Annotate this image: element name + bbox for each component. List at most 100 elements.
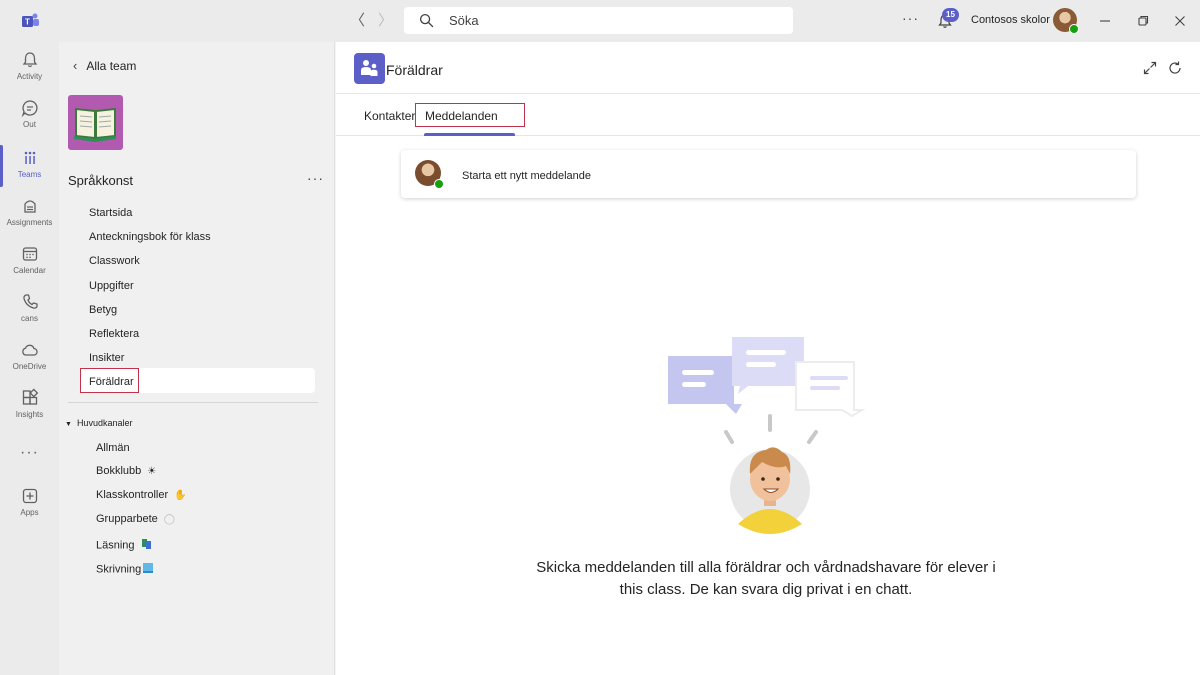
teams-logo-icon: T <box>22 13 39 27</box>
parents-highlight-box <box>80 368 139 393</box>
speech-bubble-icon: ◯ <box>163 513 175 525</box>
rail-label: OneDrive <box>12 362 47 371</box>
more-options-icon[interactable]: ··· <box>902 10 919 26</box>
minimize-icon[interactable] <box>1097 13 1113 29</box>
svg-text:T: T <box>25 18 30 27</box>
rail-item-onedrive[interactable]: OneDrive <box>0 340 59 371</box>
channel-general[interactable]: Allmän <box>96 442 130 454</box>
channel-label: Bokklubb <box>96 465 142 477</box>
messages-highlight-box <box>415 103 525 127</box>
rail-item-apps[interactable]: Apps <box>0 486 59 517</box>
rail-label: Apps <box>20 508 39 517</box>
nav-item-reflect[interactable]: Reflektera <box>89 328 139 340</box>
rail-label: Out <box>23 120 36 129</box>
channels-section-title: Huvudkanaler <box>76 418 133 428</box>
channel-writing[interactable]: Skrivning <box>96 562 154 577</box>
cloud-icon <box>21 344 38 356</box>
nav-item-class-notebook[interactable]: Anteckningsbok för klass <box>89 231 211 243</box>
rail-more-apps[interactable]: ··· <box>0 444 59 462</box>
forward-arrow-icon[interactable]: 〉 <box>378 12 393 30</box>
expand-icon[interactable] <box>1142 60 1158 76</box>
nav-item-assignments[interactable]: Uppgifter <box>89 280 134 292</box>
tab-contacts[interactable]: Kontakter <box>364 109 415 123</box>
phone-icon <box>22 294 38 309</box>
channel-book-club[interactable]: Bokklubb ☀ <box>96 465 156 477</box>
calendar-icon <box>22 247 37 261</box>
team-panel: ‹ Alla team Språkkonst ··· Startsida Ante… <box>59 42 335 675</box>
presence-available-icon <box>434 179 444 189</box>
rail-label: cans <box>21 314 38 323</box>
teams-window: T 〈 〉 Söka ··· 15 Contosos skolor Activi… <box>0 0 1200 675</box>
insights-icon <box>22 388 38 405</box>
channels-section-header[interactable]: ▼ Huvudkanaler <box>65 418 132 428</box>
rail-item-insights[interactable]: Insights <box>0 388 59 419</box>
close-icon[interactable] <box>1172 13 1188 29</box>
back-arrow-icon[interactable]: 〈 <box>350 12 365 30</box>
chevron-left-icon: ‹ <box>73 58 78 73</box>
tab-bar: Kontakter Meddelanden <box>336 94 1200 136</box>
active-tab-indicator <box>424 133 515 136</box>
chat-bubbles-illustration <box>668 337 866 534</box>
rail-item-activity[interactable]: Activity <box>0 50 59 81</box>
assignments-icon <box>23 200 36 213</box>
refresh-icon[interactable] <box>1167 60 1183 76</box>
user-avatar[interactable] <box>1053 8 1079 34</box>
new-message-label: Starta ett nytt meddelande <box>462 170 592 182</box>
more-options-icon: ··· <box>20 444 39 461</box>
new-message-bar[interactable]: Starta ett nytt meddelande <box>401 150 1136 198</box>
nav-item-grades[interactable]: Betyg <box>89 304 117 316</box>
main-header: Föräldrar <box>336 42 1200 94</box>
nav-item-classwork[interactable]: Classwork <box>89 255 140 267</box>
channel-label: Läsning <box>96 539 135 552</box>
page-title: Föräldrar <box>386 62 443 78</box>
team-image <box>68 95 123 150</box>
rail-item-teams[interactable]: Teams <box>0 148 59 179</box>
title-bar: T 〈 〉 Söka ··· 15 Contosos skolor <box>0 0 1200 42</box>
channel-label: Skrivning <box>96 563 142 576</box>
chat-icon <box>21 100 38 118</box>
rail-label: Insights <box>15 410 44 419</box>
empty-state-line-2: this class. De kan svara dig privat i en… <box>619 581 913 598</box>
main-content: Föräldrar Kontakter Meddelanden Starta e… <box>336 42 1200 675</box>
search-icon <box>419 13 434 28</box>
org-name[interactable]: Contosos skolor <box>971 14 1050 26</box>
parents-app-icon <box>354 53 385 84</box>
channel-reading[interactable]: Läsning <box>96 538 153 553</box>
panel-divider <box>68 402 318 403</box>
empty-state-line-1: Skicka meddelanden till alla föräldrar o… <box>536 559 996 576</box>
rail-label: Calendar <box>13 266 46 275</box>
empty-state-message: Skicka meddelanden till alla föräldrar o… <box>506 557 1026 601</box>
team-more-options-icon[interactable]: ··· <box>307 170 324 186</box>
notebook-icon <box>142 562 154 577</box>
teams-icon <box>24 151 35 164</box>
rail-item-chat[interactable]: Out <box>0 98 59 129</box>
rail-item-assignments[interactable]: Assignments <box>0 196 59 227</box>
user-avatar <box>415 160 444 189</box>
presence-available-icon <box>1069 24 1079 34</box>
rail-item-calls[interactable]: cans <box>0 292 59 323</box>
caret-down-icon: ▼ <box>65 421 72 428</box>
app-rail: Activity Out Teams Assignments Calendar … <box>0 42 59 675</box>
restore-icon[interactable] <box>1135 13 1151 29</box>
all-teams-link[interactable]: ‹ Alla team <box>73 58 136 73</box>
notification-badge: 15 <box>942 8 959 22</box>
apps-icon <box>22 488 37 504</box>
channel-label: Klasskontroller <box>96 489 169 501</box>
rail-label: Activity <box>16 72 43 81</box>
nav-item-startsida[interactable]: Startsida <box>89 207 132 219</box>
sun-icon: ☀ <box>147 465 157 477</box>
channel-label: Grupparbete <box>96 513 158 525</box>
bell-icon <box>22 52 37 68</box>
channel-label: Allmän <box>96 442 130 454</box>
rail-item-calendar[interactable]: Calendar <box>0 244 59 275</box>
all-teams-label: Alla team <box>86 59 137 73</box>
search-input[interactable]: Söka <box>449 13 479 28</box>
channel-group-work[interactable]: Grupparbete ◯ <box>96 513 175 525</box>
raised-hand-person-icon: ✋ <box>174 489 187 501</box>
search-box[interactable]: Söka <box>404 7 793 34</box>
nav-item-insights[interactable]: Insikter <box>89 352 124 364</box>
channel-class-checks[interactable]: Klasskontroller ✋ <box>96 489 187 501</box>
rail-label: Assignments <box>6 218 53 227</box>
team-name: Språkkonst <box>68 173 134 188</box>
book-icon <box>74 107 116 142</box>
